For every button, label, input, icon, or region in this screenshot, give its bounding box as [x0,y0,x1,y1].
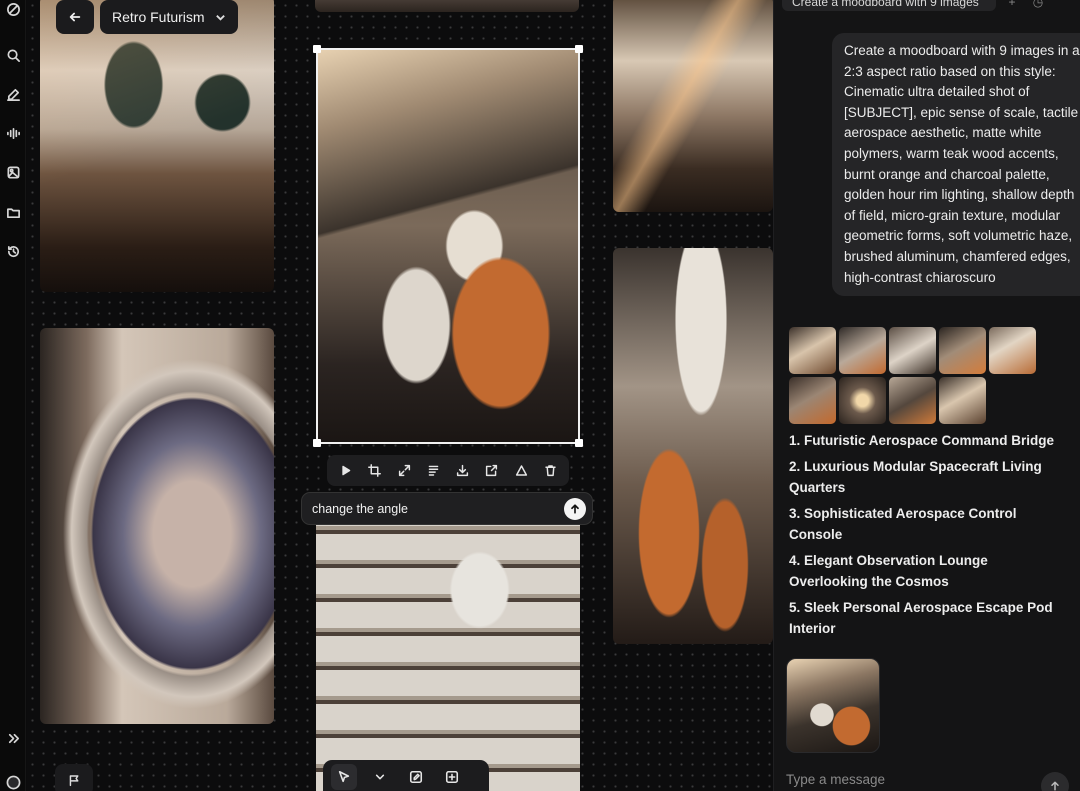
expand-icon [398,464,410,477]
edit-image-button[interactable] [403,764,429,790]
image-tile-observation-window[interactable] [40,328,274,724]
prompt-input[interactable] [312,501,564,516]
board-header: Retro Futurism [56,0,238,34]
chat-header: Create a moodboard with 9 images + ◷ [782,0,1048,12]
moodboard-canvas[interactable] [27,0,773,791]
left-rail [0,0,26,791]
folder-icon[interactable] [4,203,22,221]
result-thumbnail[interactable] [789,377,836,424]
result-thumbnail[interactable] [939,377,986,424]
result-thumbnail[interactable] [989,327,1036,374]
arrow-up-icon [571,503,579,514]
image-tile-lounge[interactable] [613,248,773,644]
avatar[interactable] [4,773,22,791]
message-composer [774,764,1080,791]
plus-icon[interactable]: + [1002,0,1022,12]
audio-wave-icon[interactable] [4,124,22,142]
result-thumbnail[interactable] [839,327,886,374]
image-edit-prompt [301,492,593,525]
list-item: 4. Elegant Observation Lounge Overlookin… [789,553,988,589]
history-icon[interactable]: ◷ [1028,0,1048,12]
share-icon [486,464,498,477]
crop-icon [368,464,382,477]
list-item: 5. Sleek Personal Aerospace Escape Pod I… [789,599,1053,636]
image-tile-command-console[interactable] [40,0,274,292]
upscale-button[interactable] [393,460,415,482]
image-plus-icon [445,770,459,784]
expand-icon[interactable] [4,729,22,747]
result-thumbnail[interactable] [889,377,936,424]
image-tile-living-quarters[interactable] [316,48,580,444]
image-tile[interactable] [315,0,579,12]
canvas-tools [323,760,489,791]
download-button[interactable] [452,460,474,482]
result-thumbnail[interactable] [939,327,986,374]
image-tile-corridor[interactable] [613,0,773,212]
conversation-title[interactable]: Create a moodboard with 9 images [782,0,996,11]
select-tool-button[interactable] [331,764,357,790]
attached-image[interactable] [786,658,880,753]
message-input[interactable] [786,771,1041,787]
gallery-icon[interactable] [4,163,22,181]
user-message: Create a moodboard with 9 images in a 2:… [832,33,1080,297]
cursor-icon [338,770,350,783]
send-button[interactable] [1041,772,1069,791]
chat-panel: Create a moodboard with 9 images + ◷ Cre… [773,0,1080,791]
triangle-icon [515,465,527,476]
result-thumbnail[interactable] [839,377,886,424]
image-edit-icon [409,770,423,784]
add-image-button[interactable] [439,764,465,790]
result-thumbnail[interactable] [789,327,836,374]
chevron-down-icon [215,14,225,21]
describe-button[interactable] [422,460,444,482]
search-icon[interactable] [4,46,22,64]
list-item: 1. Futuristic Aerospace Command Bridge [789,433,1055,448]
download-icon [457,464,469,477]
adjust-button[interactable] [510,460,532,482]
board-name: Retro Futurism [112,9,205,25]
list-item: 2. Luxurious Modular Spacecraft Living Q… [789,459,1042,495]
trash-icon [545,465,556,477]
image-tile-hangar[interactable] [316,500,580,791]
feedback-button[interactable] [55,764,93,791]
board-selector[interactable]: Retro Futurism [100,0,238,34]
play-icon [342,465,351,476]
delete-button[interactable] [539,460,561,482]
result-thumbnails [789,327,1049,424]
divider [774,648,1080,652]
back-button[interactable] [56,0,94,34]
result-thumbnail[interactable] [889,327,936,374]
share-button[interactable] [481,460,503,482]
arrow-left-icon [69,12,81,22]
align-icon [428,465,439,476]
arrow-up-icon [1051,781,1059,791]
logo-icon[interactable] [4,0,22,18]
tool-menu-button[interactable] [367,764,393,790]
image-toolbar [327,455,569,486]
result-list: 1. Futuristic Aerospace Command Bridge 2… [789,431,1064,645]
edit-icon[interactable] [4,85,22,103]
list-item: 3. Sophisticated Aerospace Control Conso… [789,506,1017,542]
play-button[interactable] [335,460,357,482]
flag-icon [69,774,78,786]
history-icon[interactable] [4,242,22,260]
crop-button[interactable] [364,460,386,482]
chevron-down-icon [375,774,385,780]
prompt-send-button[interactable] [564,497,586,520]
